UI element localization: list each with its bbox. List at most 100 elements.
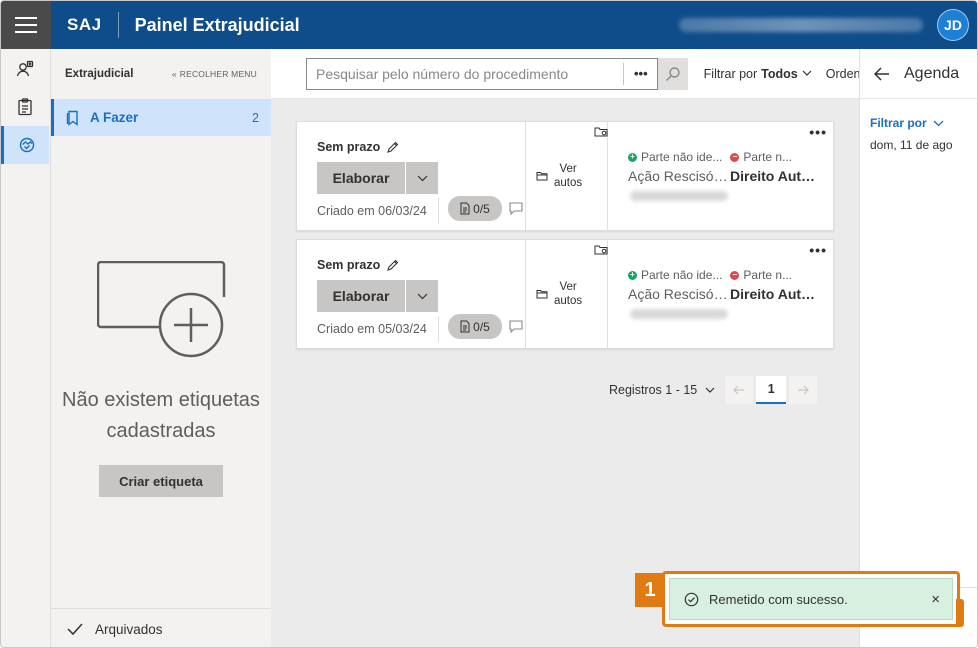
hamburger-menu-button[interactable] <box>1 1 51 49</box>
view-case-button[interactable]: Ver autos <box>536 280 582 308</box>
elaborate-dropdown-button[interactable] <box>406 280 438 312</box>
card-view-section: Ver autos <box>526 122 608 232</box>
arrow-left-icon[interactable] <box>874 66 890 81</box>
agenda-filter-dropdown[interactable]: Filtrar por <box>870 116 944 130</box>
card-more-button[interactable]: ••• <box>809 242 827 258</box>
toast-close-button[interactable]: × <box>931 591 940 608</box>
double-chevron-left-icon: « <box>171 69 177 79</box>
card-actions-section: Sem prazo Elaborar Criado em 05/03/24 0/… <box>297 240 526 350</box>
pagination: Registros 1 - 15 1 <box>609 376 820 404</box>
page-button-1[interactable]: 1 <box>756 376 787 404</box>
filter-value: Todos <box>761 66 798 81</box>
comment-icon[interactable] <box>509 320 523 333</box>
view-line1: Ver <box>559 281 577 293</box>
party-1: + Parte não ide... <box>628 268 722 282</box>
empty-tags-illustration-icon <box>97 261 226 358</box>
elaborate-dropdown-button[interactable] <box>406 162 438 194</box>
pencil-icon <box>387 141 399 153</box>
documents-badge[interactable]: 0/5 <box>448 196 502 221</box>
procedure-card: Sem prazo Elaborar Criado em 05/03/24 0/… <box>296 239 834 350</box>
parties: + Parte não ide... − Parte n... <box>628 150 792 164</box>
create-tag-button[interactable]: Criar etiqueta <box>99 465 223 497</box>
folder-open-icon <box>536 172 548 181</box>
handshake-icon <box>19 137 34 153</box>
records-label: Registros 1 - 15 <box>609 383 698 397</box>
rail-item-tasks[interactable] <box>1 88 49 126</box>
brand-logo[interactable]: SAJ <box>67 15 102 35</box>
sidebar: Extrajudicial « RECOLHER MENU A Fazer 2 … <box>51 49 271 647</box>
bookmark-icon <box>66 110 78 126</box>
order-dropdown[interactable]: Ordenar <box>826 67 859 81</box>
sidebar-item-archived[interactable]: Arquivados <box>51 608 271 647</box>
user-avatar[interactable]: JD <box>937 9 969 41</box>
view-line2: autos <box>554 295 583 307</box>
arrow-left-icon <box>733 385 745 395</box>
agenda-header: Agenda <box>860 49 977 99</box>
search-button[interactable] <box>658 57 688 90</box>
checkmark-icon <box>67 623 83 636</box>
folder-settings-icon[interactable] <box>594 126 608 138</box>
collapse-menu-button[interactable]: « RECOLHER MENU <box>172 69 257 79</box>
party-2: − Parte n... <box>730 150 792 164</box>
documents-count: 0/5 <box>473 201 490 216</box>
brand-divider <box>117 12 119 38</box>
search-options-button[interactable]: ••• <box>623 62 657 85</box>
chevron-down-icon[interactable] <box>705 387 715 394</box>
subject-matter: Direito Autoral <box>730 168 816 184</box>
app-title: Painel Extrajudicial <box>134 14 300 35</box>
subjects: Ação Rescisória Direito Autoral <box>628 286 816 302</box>
card-details-section: ••• + Parte não ide... − Parte n... Ação… <box>608 122 835 232</box>
elaborate-split-button: Elaborar <box>317 280 438 312</box>
filter-dropdown[interactable]: Filtrar por Todos <box>704 67 812 81</box>
deadline-text: Sem prazo <box>317 140 381 154</box>
view-case-label: Ver autos <box>554 280 582 308</box>
search-input[interactable] <box>307 65 624 82</box>
deadline-label[interactable]: Sem prazo <box>317 258 399 272</box>
procedure-card: Sem prazo Elaborar Criado em 06/03/24 0/… <box>296 121 835 232</box>
next-page-button[interactable] <box>789 376 818 404</box>
procedure-number-blurred <box>630 309 728 319</box>
filter-label: Filtrar por <box>703 66 758 81</box>
sidebar-title: Extrajudicial <box>65 68 134 80</box>
minus-circle-icon: − <box>730 152 740 162</box>
clipboard-icon <box>18 98 32 116</box>
documents-badge[interactable]: 0/5 <box>448 314 502 339</box>
folder-open-icon <box>536 290 548 299</box>
view-line2: autos <box>554 177 583 189</box>
created-date: Criado em 05/03/24 <box>317 322 427 336</box>
chevron-down-icon <box>417 293 427 299</box>
user-name-blurred <box>679 18 923 32</box>
rail-item-extrajudicial[interactable] <box>1 126 49 164</box>
sidebar-item-a-fazer[interactable]: A Fazer 2 <box>51 99 271 136</box>
folder-settings-icon[interactable] <box>594 244 608 256</box>
created-date: Criado em 06/03/24 <box>317 204 427 218</box>
parties: + Parte não ide... − Parte n... <box>628 268 792 282</box>
archived-label: Arquivados <box>95 621 163 637</box>
app-window: SAJ Painel Extrajudicial JD Extrajudicia… <box>0 0 978 648</box>
hamburger-icon <box>15 15 37 36</box>
card-actions-section: Sem prazo Elaborar Criado em 06/03/24 0/… <box>297 122 526 232</box>
view-case-button[interactable]: Ver autos <box>536 162 582 190</box>
comment-icon[interactable] <box>509 202 523 215</box>
agenda-date: dom, 11 de ago <box>870 138 953 152</box>
elaborate-button[interactable]: Elaborar <box>317 280 405 312</box>
agenda-title: Agenda <box>904 64 960 82</box>
toolbar: ••• Filtrar por Todos Ordenar <box>271 49 859 99</box>
deadline-label[interactable]: Sem prazo <box>317 140 399 154</box>
documents-count: 0/5 <box>473 319 490 334</box>
previous-page-button[interactable] <box>725 376 754 404</box>
collapse-menu-label: RECOLHER MENU <box>179 69 257 79</box>
toast-highlight: Remetido com sucesso. × <box>662 571 960 627</box>
subject-class: Ação Rescisória <box>628 286 728 302</box>
party-1-label: Parte não ide... <box>641 268 723 282</box>
elaborate-button[interactable]: Elaborar <box>317 162 405 194</box>
toast-edge-marker <box>956 599 964 627</box>
rail-item-people[interactable] <box>1 50 49 88</box>
elaborate-split-button: Elaborar <box>317 162 438 194</box>
card-more-button[interactable]: ••• <box>809 124 827 140</box>
step-marker: 1 <box>635 573 665 607</box>
minus-circle-icon: − <box>730 270 740 280</box>
document-icon <box>460 202 470 215</box>
subject-matter: Direito Autoral <box>730 286 816 302</box>
sidebar-item-label: A Fazer <box>90 110 139 125</box>
